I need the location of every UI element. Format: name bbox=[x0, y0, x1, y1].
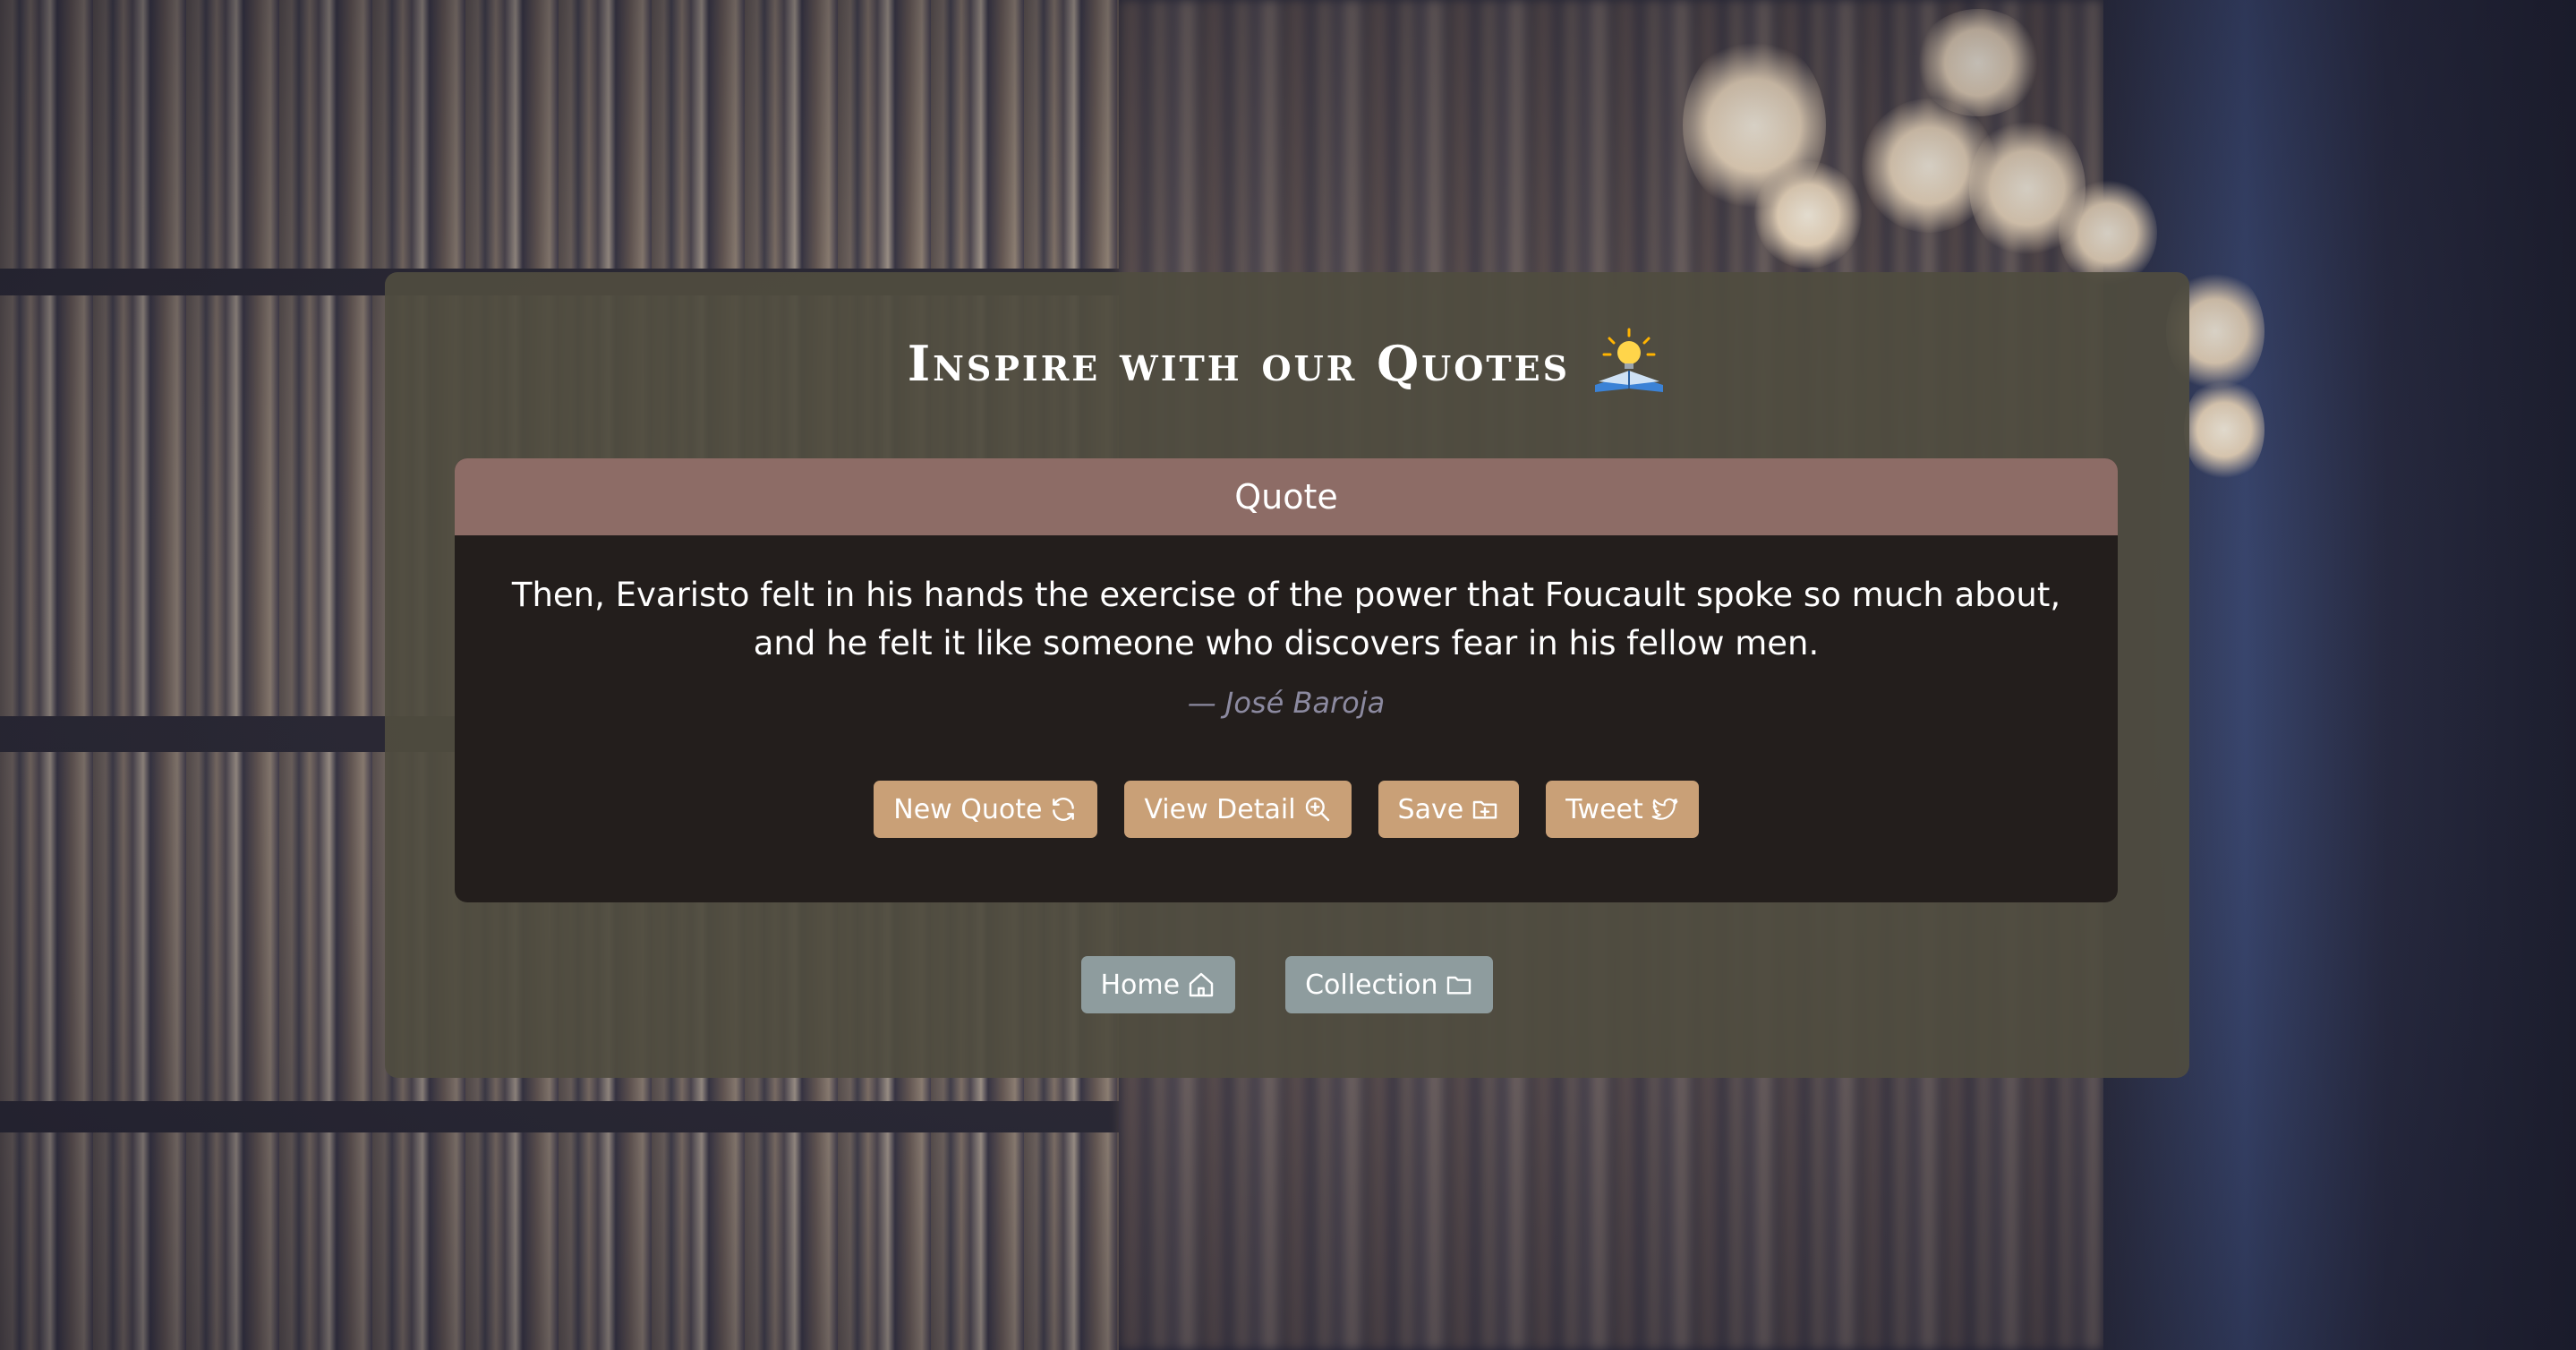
quote-card-title: Quote bbox=[1234, 477, 1338, 517]
tweet-label: Tweet bbox=[1565, 793, 1643, 825]
new-quote-button[interactable]: New Quote bbox=[874, 781, 1098, 838]
new-quote-label: New Quote bbox=[893, 793, 1043, 825]
view-detail-label: View Detail bbox=[1144, 793, 1296, 825]
folder-icon bbox=[1447, 976, 1471, 995]
quote-author: — José Baroja bbox=[1187, 686, 1386, 720]
quote-card-header: Quote bbox=[455, 458, 2118, 535]
collection-button[interactable]: Collection bbox=[1285, 956, 1494, 1013]
quote-text: Then, Evaristo felt in his hands the exe… bbox=[511, 576, 2061, 662]
main-panel: Inspire with our Quotes Quote Then, Evar… bbox=[385, 272, 2189, 1078]
save-button[interactable]: Save bbox=[1378, 781, 1520, 838]
bottom-nav: Home Collection bbox=[385, 956, 2189, 1013]
page-title: Inspire with our Quotes bbox=[907, 335, 1571, 392]
refresh-icon bbox=[1053, 798, 1075, 821]
collection-label: Collection bbox=[1305, 969, 1438, 1001]
zoom-in-icon bbox=[1305, 797, 1329, 822]
quote-actions: New Quote View Detail Save Tweet bbox=[455, 781, 2118, 838]
page-header: Inspire with our Quotes bbox=[385, 326, 2189, 401]
lightbulb-book-icon bbox=[1591, 326, 1667, 401]
save-label: Save bbox=[1397, 793, 1464, 825]
home-label: Home bbox=[1100, 969, 1181, 1001]
quote-card: Quote Then, Evaristo felt in his hands t… bbox=[455, 458, 2118, 902]
tweet-button[interactable]: Tweet bbox=[1546, 781, 1699, 838]
folder-plus-icon bbox=[1472, 800, 1497, 819]
view-detail-button[interactable]: View Detail bbox=[1124, 781, 1352, 838]
home-icon bbox=[1189, 972, 1214, 997]
home-button[interactable]: Home bbox=[1080, 956, 1236, 1013]
twitter-icon bbox=[1651, 798, 1678, 820]
